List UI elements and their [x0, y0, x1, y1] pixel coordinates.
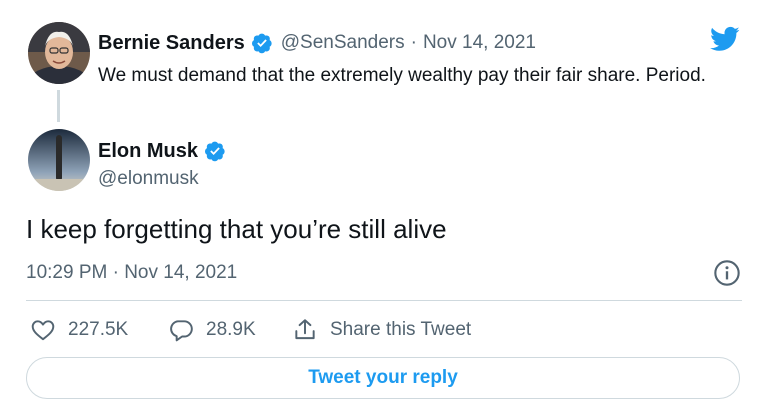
elon-avatar[interactable] — [28, 129, 90, 191]
info-icon[interactable] — [713, 259, 741, 287]
verified-badge-icon — [251, 33, 272, 54]
author-display-name[interactable]: Elon Musk — [98, 140, 198, 163]
parent-author-row: Bernie Sanders @SenSanders · Nov 14, 202… — [98, 30, 536, 56]
reply-button[interactable]: 28.9K — [168, 316, 256, 344]
share-icon — [295, 319, 315, 340]
verified-badge-icon — [205, 141, 225, 162]
meta-separator: · — [410, 32, 417, 53]
author-row: Elon Musk — [98, 138, 226, 164]
parent-date[interactable]: Nov 14, 2021 — [423, 32, 536, 54]
tweet-text: I keep forgetting that you’re still aliv… — [26, 214, 447, 244]
like-count: 227.5K — [68, 319, 129, 340]
bernie-avatar[interactable] — [28, 22, 90, 84]
author-handle[interactable]: @elonmusk — [98, 168, 199, 190]
divider — [26, 300, 742, 301]
reply-bubble-icon — [170, 320, 193, 342]
heart-icon — [31, 320, 55, 341]
thread-connector — [57, 90, 60, 122]
share-label: Share this Tweet — [330, 319, 472, 340]
parent-tweet-text: We must demand that the extremely wealth… — [98, 65, 706, 86]
tweet-card: Bernie Sanders @SenSanders · Nov 14, 202… — [0, 0, 766, 416]
share-button[interactable]: Share this Tweet — [292, 316, 471, 344]
twitter-bird-icon[interactable] — [708, 24, 742, 54]
parent-display-name[interactable]: Bernie Sanders — [98, 32, 245, 55]
reply-count: 28.9K — [206, 319, 256, 340]
like-button[interactable]: 227.5K — [30, 316, 128, 344]
tweet-timestamp[interactable]: 10:29 PM · Nov 14, 2021 — [26, 262, 237, 284]
parent-handle[interactable]: @SenSanders — [281, 32, 405, 54]
tweet-your-reply-button[interactable]: Tweet your reply — [26, 357, 740, 399]
